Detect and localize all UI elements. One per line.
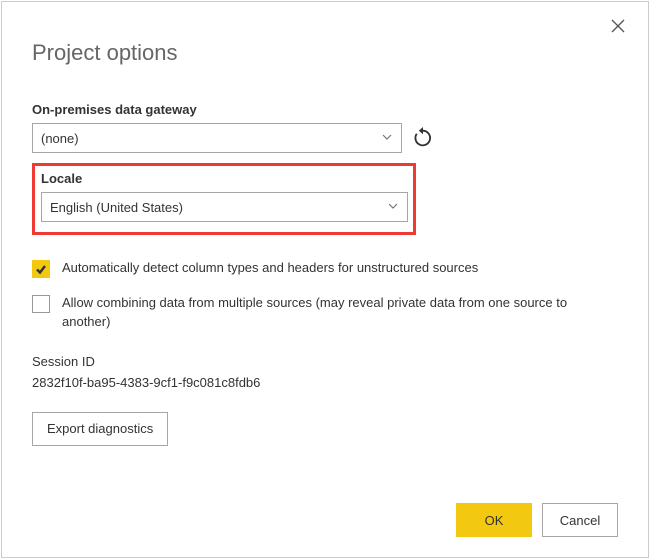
gateway-row: (none) xyxy=(32,123,618,153)
session-section: Session ID 2832f10f-ba95-4383-9cf1-f9c08… xyxy=(32,354,618,390)
dialog-footer: OK Cancel xyxy=(456,503,618,537)
locale-select-value: English (United States) xyxy=(50,200,183,215)
dialog-title: Project options xyxy=(32,40,618,66)
gateway-label: On-premises data gateway xyxy=(32,102,618,117)
export-diagnostics-button[interactable]: Export diagnostics xyxy=(32,412,168,446)
locale-highlight: Locale English (United States) xyxy=(32,163,416,235)
refresh-button[interactable] xyxy=(412,127,434,149)
close-icon xyxy=(610,18,626,34)
dialog-frame: Project options On-premises data gateway… xyxy=(1,1,649,558)
combine-option: Allow combining data from multiple sourc… xyxy=(32,294,618,332)
gateway-select-value: (none) xyxy=(41,131,79,146)
locale-label: Locale xyxy=(41,171,407,186)
combine-label: Allow combining data from multiple sourc… xyxy=(62,294,618,332)
combine-checkbox[interactable] xyxy=(32,295,50,313)
close-button[interactable] xyxy=(610,18,630,38)
ok-button[interactable]: OK xyxy=(456,503,532,537)
autodetect-label: Automatically detect column types and he… xyxy=(62,259,478,278)
locale-select[interactable]: English (United States) xyxy=(41,192,408,222)
cancel-button[interactable]: Cancel xyxy=(542,503,618,537)
gateway-select[interactable]: (none) xyxy=(32,123,402,153)
session-id-value: 2832f10f-ba95-4383-9cf1-f9c081c8fdb6 xyxy=(32,375,618,390)
session-id-label: Session ID xyxy=(32,354,618,369)
checkmark-icon xyxy=(35,263,47,275)
chevron-down-icon xyxy=(387,200,399,215)
autodetect-option: Automatically detect column types and he… xyxy=(32,259,618,278)
autodetect-checkbox[interactable] xyxy=(32,260,50,278)
refresh-icon xyxy=(412,127,434,149)
chevron-down-icon xyxy=(381,131,393,146)
